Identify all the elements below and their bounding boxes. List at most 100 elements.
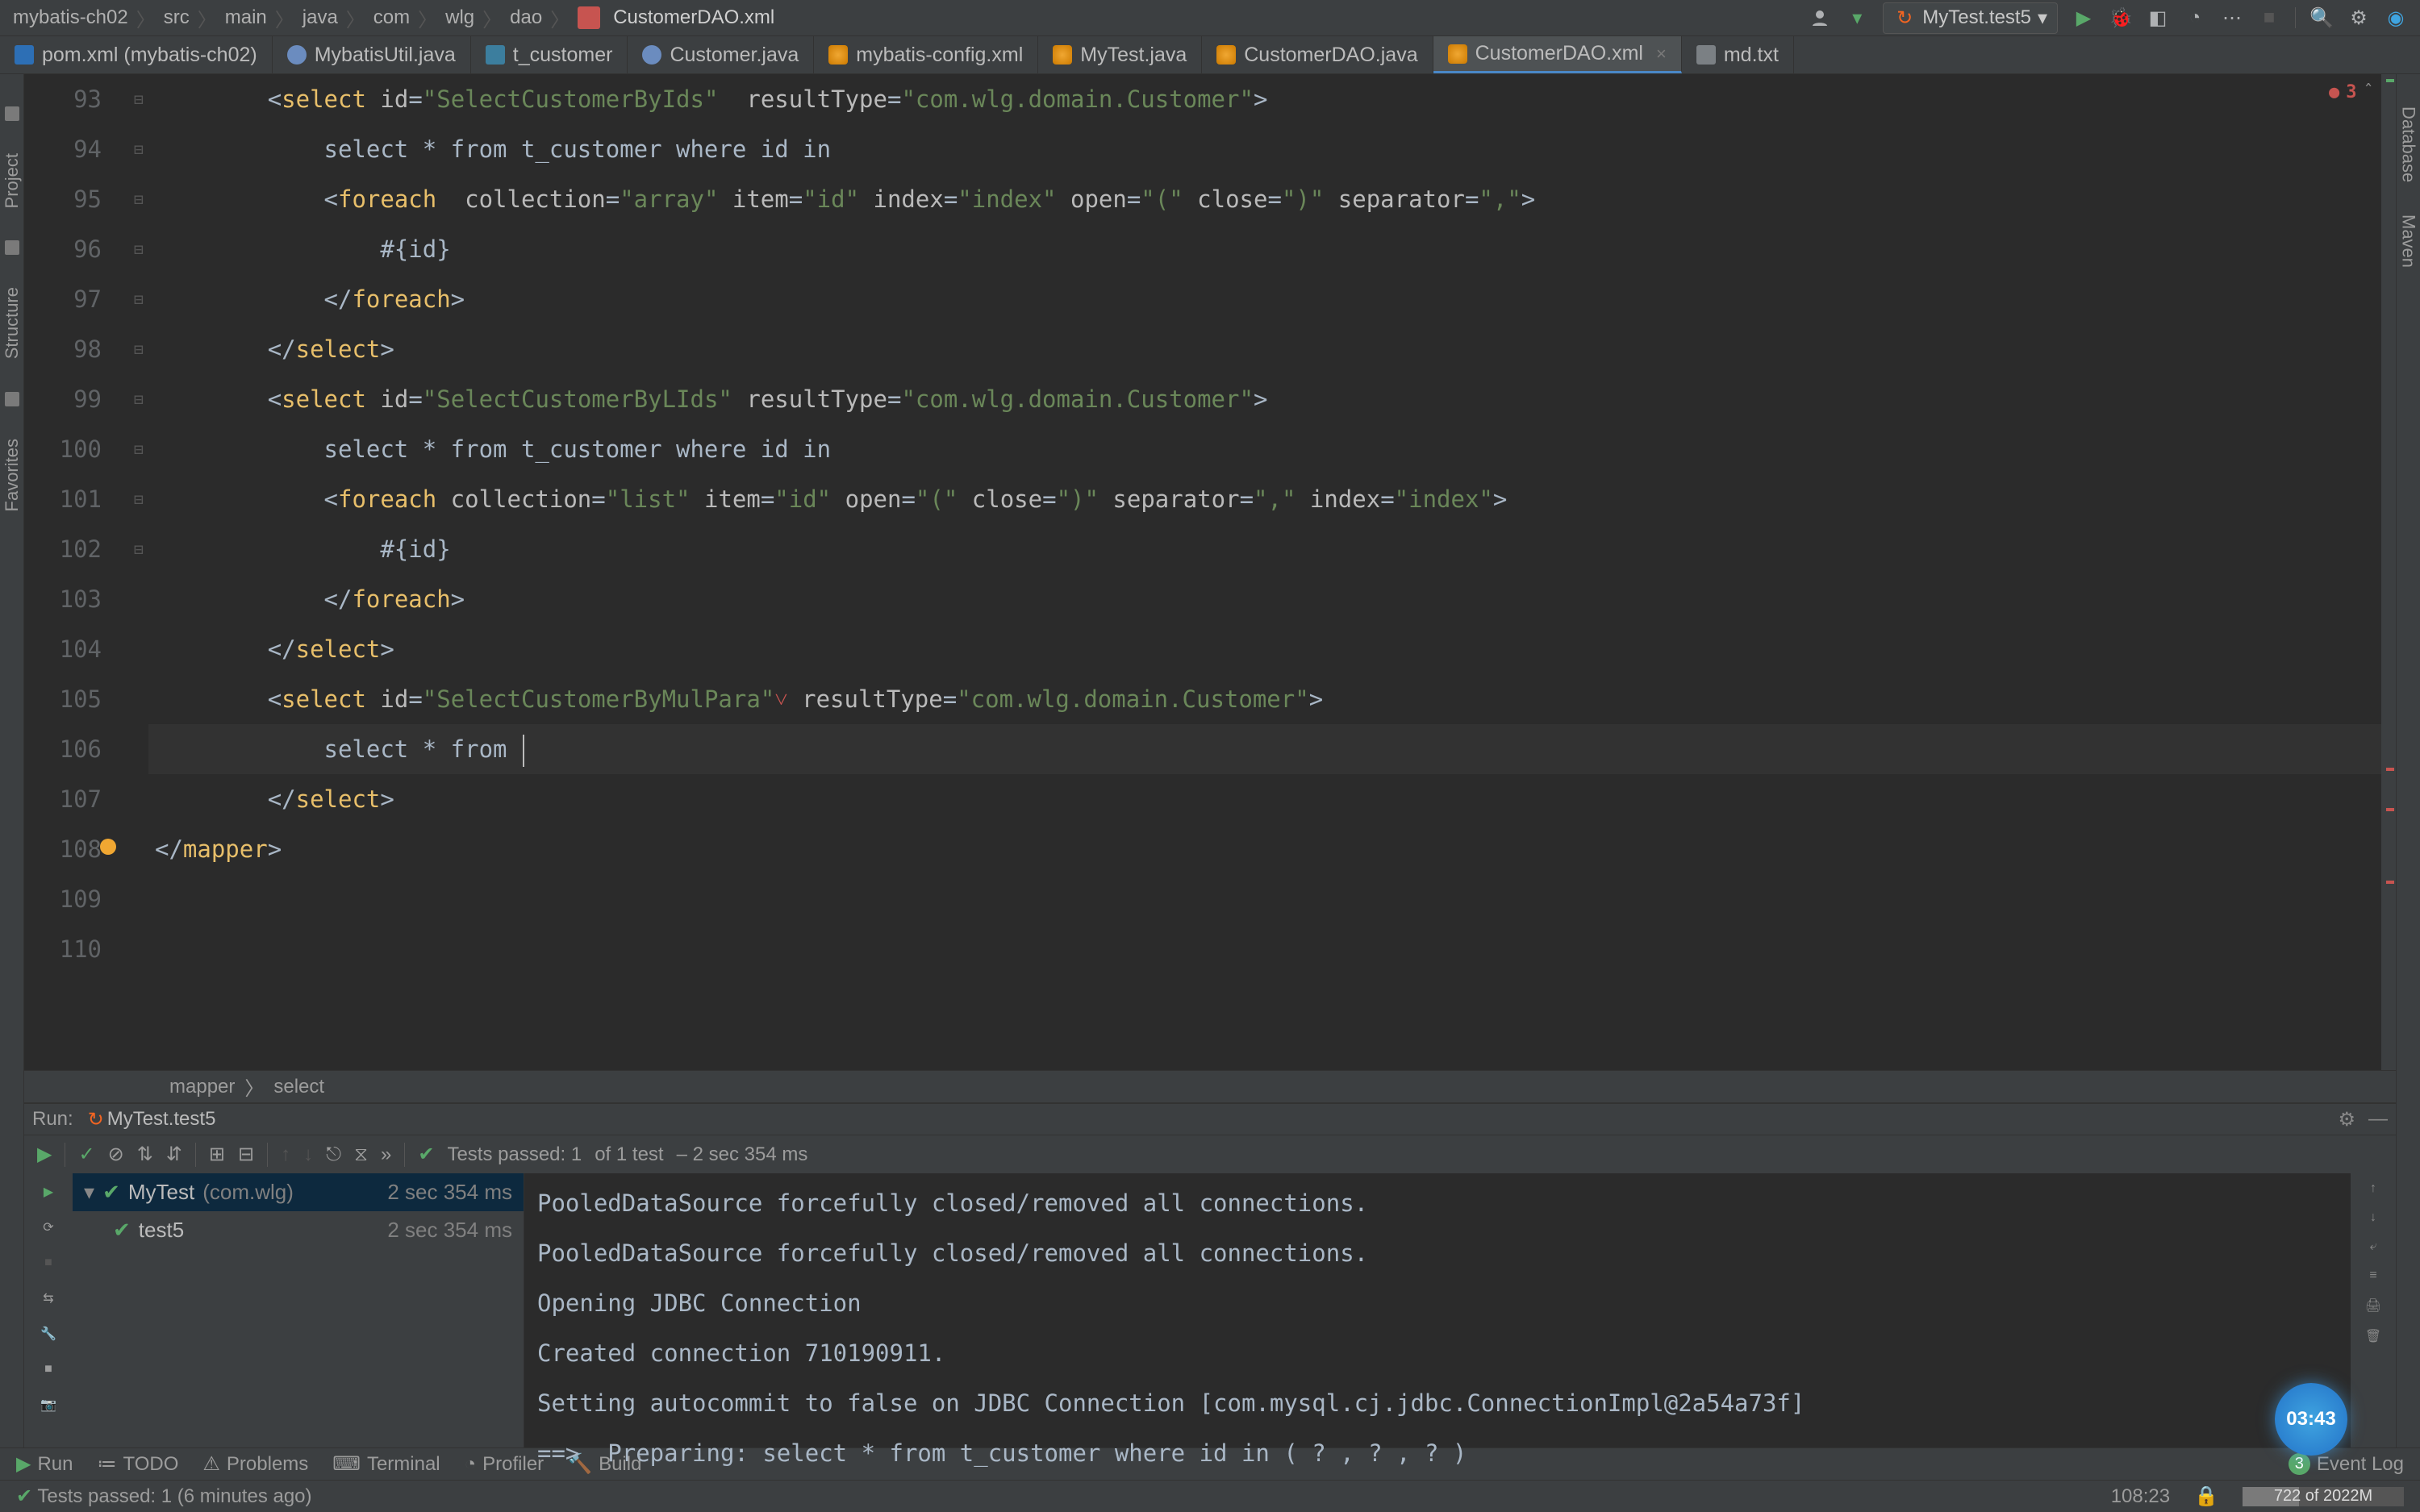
code-line[interactable]: #{id}: [148, 524, 2381, 574]
tab-tcustomer[interactable]: t_customer: [471, 36, 628, 73]
code-line[interactable]: </mapper>: [148, 824, 2381, 874]
lock-icon[interactable]: 🔒: [2194, 1485, 2218, 1508]
rerun-failed-icon[interactable]: ⟳: [38, 1217, 59, 1238]
gear-icon[interactable]: ⚙: [2338, 1108, 2355, 1131]
user-icon[interactable]: [1809, 6, 1831, 29]
favorites-tool-tab[interactable]: Favorites: [2, 439, 23, 511]
error-stripe[interactable]: [2381, 74, 2396, 1070]
debug-icon[interactable]: 🐞: [2109, 6, 2132, 29]
clear-icon[interactable]: 🗑: [2365, 1328, 2381, 1344]
maven-tool-tab[interactable]: Maven: [2398, 215, 2419, 268]
caret-position[interactable]: 108:23: [2111, 1485, 2170, 1508]
settings-icon[interactable]: ⚙: [2347, 6, 2370, 29]
test-tree[interactable]: ▾ ✔ MyTest (com.wlg) 2 sec 354 ms ✔ test…: [73, 1173, 524, 1447]
bulb-icon[interactable]: [100, 839, 116, 855]
expand-all-icon[interactable]: ⊞: [209, 1143, 225, 1166]
code-line[interactable]: </select>: [148, 624, 2381, 674]
stop-icon[interactable]: ■: [38, 1252, 59, 1273]
sort-icon[interactable]: ⇅: [137, 1143, 153, 1166]
structure-tool-tab[interactable]: Structure: [2, 287, 23, 359]
settings-icon[interactable]: 🔧: [38, 1323, 59, 1344]
code-line[interactable]: </foreach>: [148, 574, 2381, 624]
minimize-icon[interactable]: —: [2368, 1108, 2388, 1131]
favorites-tool-icon[interactable]: [5, 392, 19, 406]
test-tree-row[interactable]: ✔ test5 2 sec 354 ms: [73, 1211, 524, 1249]
code-line[interactable]: <select id="SelectCustomerByMulPara"˅ re…: [148, 674, 2381, 724]
test-tree-row[interactable]: ▾ ✔ MyTest (com.wlg) 2 sec 354 ms: [73, 1173, 524, 1211]
todo-tool-button[interactable]: ≔TODO: [98, 1452, 179, 1476]
attach-icon[interactable]: ⋯: [2221, 6, 2243, 29]
toggle-auto-icon[interactable]: ⇆: [38, 1288, 59, 1309]
run-icon[interactable]: ▶: [2072, 6, 2095, 29]
run-icon[interactable]: ▶: [37, 1143, 52, 1166]
more-icon[interactable]: »: [381, 1143, 391, 1166]
build-hammer-icon[interactable]: ▾: [1846, 6, 1868, 29]
ide-icon[interactable]: ◉: [2385, 6, 2407, 29]
bc-file[interactable]: CustomerDAO.xml: [613, 6, 774, 29]
code-line[interactable]: select * from: [148, 724, 2381, 774]
project-tool-icon[interactable]: [5, 106, 19, 121]
crumb-child[interactable]: select: [273, 1076, 324, 1098]
tab-mdtxt[interactable]: md.txt: [1682, 36, 1794, 73]
show-ignored-icon[interactable]: ⊘: [108, 1143, 124, 1166]
camera-icon[interactable]: 📷: [38, 1394, 59, 1415]
run-config-dropdown[interactable]: ↻ MyTest.test5 ▾: [1883, 2, 2058, 34]
close-icon[interactable]: ×: [1656, 44, 1667, 65]
timer-badge[interactable]: 03:43: [2275, 1383, 2347, 1456]
scroll-to-end-icon[interactable]: ≡: [2369, 1268, 2376, 1283]
code-line[interactable]: </foreach>: [148, 274, 2381, 324]
memory-indicator[interactable]: 722 of 2022M: [2243, 1487, 2404, 1506]
terminal-tool-button[interactable]: ⌨Terminal: [332, 1452, 440, 1476]
code-editor[interactable]: ● 3 ˆ ˇ 93949596979899100101102103104105…: [24, 74, 2396, 1070]
scroll-down-icon[interactable]: ↓: [2370, 1210, 2376, 1225]
crumb-root[interactable]: mapper: [169, 1076, 235, 1098]
code-line[interactable]: <select id="SelectCustomerByLIds" result…: [148, 374, 2381, 424]
structure-tool-icon[interactable]: [5, 240, 19, 255]
tab-mybatisutil[interactable]: MybatisUtil.java: [273, 36, 471, 73]
bc-root[interactable]: mybatis-ch02: [13, 6, 128, 29]
next-icon[interactable]: ↓: [303, 1143, 313, 1166]
stop-icon[interactable]: ■: [2258, 6, 2280, 29]
console-output[interactable]: PooledDataSource forcefully closed/remov…: [524, 1173, 2351, 1447]
tab-customerdao-xml[interactable]: CustomerDAO.xml×: [1433, 36, 1682, 73]
gutter[interactable]: 9394959697989910010110210310410510610710…: [24, 74, 129, 1070]
database-tool-tab[interactable]: Database: [2398, 106, 2419, 182]
tab-customer-java[interactable]: Customer.java: [628, 36, 814, 73]
export-icon[interactable]: ⎋: [326, 1143, 341, 1166]
code-line[interactable]: select * from t_customer where id in: [148, 424, 2381, 474]
tab-mybatis-config[interactable]: mybatis-config.xml: [814, 36, 1038, 73]
rerun-icon[interactable]: ▶: [38, 1181, 59, 1202]
code-line[interactable]: #{id}: [148, 224, 2381, 274]
code-line[interactable]: <foreach collection="list" item="id" ope…: [148, 474, 2381, 524]
run-tool-button[interactable]: ▶Run: [16, 1452, 73, 1476]
collapse-all-icon[interactable]: ⊟: [238, 1143, 254, 1166]
show-passed-icon[interactable]: ✓: [78, 1143, 94, 1166]
coverage-icon[interactable]: ◧: [2147, 6, 2169, 29]
search-icon[interactable]: 🔍: [2310, 6, 2333, 29]
print-icon[interactable]: 🖨: [2365, 1297, 2381, 1314]
prev-icon[interactable]: ↑: [281, 1143, 290, 1166]
tab-mytest[interactable]: MyTest.java: [1038, 36, 1202, 73]
xml-file-icon: [578, 6, 600, 29]
tab-customerdao-java[interactable]: CustomerDAO.java: [1202, 36, 1433, 73]
profile-icon[interactable]: ◔: [2184, 6, 2206, 29]
pin-icon[interactable]: ■: [38, 1359, 59, 1380]
tab-pom[interactable]: pom.xml (mybatis-ch02): [0, 36, 273, 73]
code-line[interactable]: </select>: [148, 774, 2381, 824]
profiler-tool-button[interactable]: ◔Profiler: [465, 1453, 544, 1476]
arrow-rerun-icon: ↻: [1893, 6, 1916, 29]
problems-tool-button[interactable]: ⚠Problems: [202, 1452, 308, 1476]
project-tool-tab[interactable]: Project: [2, 153, 23, 208]
fold-column[interactable]: ⊟ ⊟⊟ ⊟ ⊟ ⊟⊟ ⊟ ⊟⊟: [129, 74, 148, 1070]
rerun-icon: ↻: [85, 1108, 107, 1131]
scroll-up-icon[interactable]: ↑: [2370, 1181, 2376, 1196]
soft-wrap-icon[interactable]: ⤶: [2370, 1239, 2377, 1254]
breadcrumb[interactable]: mybatis-ch02 〉 src 〉 main 〉 java 〉 com 〉…: [13, 4, 1809, 32]
history-icon[interactable]: ⧖: [354, 1143, 368, 1166]
code-line[interactable]: <foreach collection="array" item="id" in…: [148, 174, 2381, 224]
code-line[interactable]: select * from t_customer where id in: [148, 124, 2381, 174]
code-line[interactable]: </select>: [148, 324, 2381, 374]
sort-by-duration-icon[interactable]: ⇵: [166, 1143, 182, 1166]
doc-breadcrumb[interactable]: mapper 〉 select: [24, 1070, 2396, 1102]
code-line[interactable]: <select id="SelectCustomerByIds" resultT…: [148, 74, 2381, 124]
